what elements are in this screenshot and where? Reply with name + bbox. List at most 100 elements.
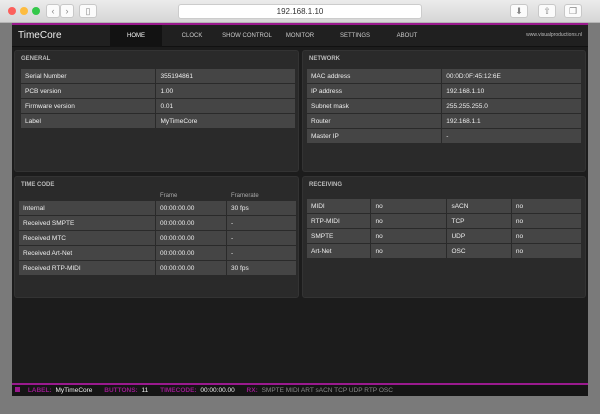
row-label: Master IP [307,129,442,143]
sidebar-icon[interactable]: ▯ [79,4,97,18]
table-row: Received SMPTE 00:00:00.00- [19,216,296,230]
row-label: Received Art-Net [19,246,155,260]
panel-title: RECEIVING [309,182,343,188]
panel-title: NETWORK [309,56,340,62]
row-value: 00:00:00.00 [156,201,226,215]
close-window-button[interactable] [8,7,16,15]
row-value: MyTimeCore [156,114,295,128]
row-value: no [511,199,581,213]
row-label: - [227,246,296,260]
table-row: Serial Number 355194861 [21,69,295,83]
table-row: Firmware version 0.01 [21,99,295,113]
column-header: Frame [160,192,178,199]
table-row: SMPTE no UDP no [307,229,581,243]
top-nav: TimeCore HOME CLOCK SHOW CONTROL MONITOR… [12,25,588,47]
web-page: TimeCore HOME CLOCK SHOW CONTROL MONITOR… [12,23,588,396]
table-row: Art-Net no OSC no [307,244,581,258]
row-label: - [227,231,296,245]
table-row: Router 192.168.1.1 [307,114,581,128]
table-row: Received Art-Net 00:00:00.00- [19,246,296,260]
panel-title: GENERAL [21,56,51,62]
website-link[interactable]: www.visualproductions.nl [526,32,582,38]
tab-home[interactable]: HOME [110,25,162,47]
row-label: Internal [19,201,155,215]
row-value: 192.168.1.10 [442,84,581,98]
row-label: Art-Net [307,244,371,258]
address-bar[interactable]: 192.168.1.10 [178,4,422,19]
status-label-key: LABEL: [27,387,52,394]
status-buttons: 11 [141,387,149,394]
row-value: 0.01 [156,99,295,113]
tab-monitor[interactable]: MONITOR [280,25,320,47]
browser-toolbar: ‹ › ▯ 192.168.1.10 ⬇ ⇧ ❐ [0,0,600,23]
table-row: Master IP - [307,129,581,143]
row-label: Subnet mask [307,99,442,113]
table-row: Received MTC 00:00:00.00- [19,231,296,245]
row-value: 00:00:00.00 [156,261,226,275]
row-label: Router [307,114,442,128]
row-label: 30 fps [227,201,296,215]
table-row: MAC address 00:0D:0F:45:12:6E [307,69,581,83]
table-row: PCB version 1.00 [21,84,295,98]
column-header: Framerate [231,192,259,199]
row-label: SMPTE [307,229,371,243]
status-buttons-key: BUTTONS: [104,387,138,394]
download-icon[interactable]: ⬇ [510,4,528,18]
row-value: - [442,129,581,143]
table-row: Internal 00:00:00.00 30 fps [19,201,296,215]
row-label: TCP [447,214,511,228]
row-value: no [371,229,447,243]
row-label: IP address [307,84,442,98]
row-value: no [371,244,447,258]
row-label: Received RTP-MIDI [19,261,155,275]
tab-clock[interactable]: CLOCK [172,25,212,47]
row-label: Label [21,114,156,128]
row-label: Serial Number [21,69,156,83]
row-value: 00:00:00.00 [156,246,226,260]
row-label: Firmware version [21,99,156,113]
row-value: 255.255.255.0 [442,99,581,113]
row-value: no [371,214,447,228]
row-value: 355194861 [156,69,295,83]
row-label: - [227,216,296,230]
table-row: IP address 192.168.1.10 [307,84,581,98]
status-rx-key: RX: [246,387,258,394]
table-row: MIDI no sACN no [307,199,581,213]
row-label: 30 fps [227,261,296,275]
row-label: MAC address [307,69,442,83]
column-header [19,191,155,200]
row-value: no [511,214,581,228]
brand: TimeCore [18,30,62,41]
table-row: Received RTP-MIDI 00:00:00.00 30 fps [19,261,296,275]
forward-button[interactable]: › [60,4,74,18]
tab-about[interactable]: ABOUT [387,25,427,47]
row-value: no [511,244,581,258]
tabs-icon[interactable]: ❐ [564,4,582,18]
general-panel: GENERAL Serial Number 355194861 PCB versio… [14,50,299,172]
status-rx: SMPTE MIDI ART sACN TCP UDP RTP OSC [261,387,393,394]
minimize-window-button[interactable] [20,7,28,15]
row-value: no [511,229,581,243]
tab-settings[interactable]: SETTINGS [330,25,380,47]
status-bar: LABEL: MyTimeCore BUTTONS: 11 TIMECODE: … [12,383,588,396]
table-row: Label MyTimeCore [21,114,295,128]
share-icon[interactable]: ⇧ [538,4,556,18]
receiving-table: MIDI no sACN no RTP-MIDI no TCP no SMPTE no UDP no A… [306,198,582,259]
table-row: RTP-MIDI no TCP no [307,214,581,228]
timecode-panel: TIME CODE Frame Framerate Internal 00:00:00… [14,176,299,298]
table-row: Subnet mask 255.255.255.0 [307,99,581,113]
status-timecode-key: TIMECODE: [160,387,197,394]
network-table: MAC address 00:0D:0F:45:12:6E IP address 19… [306,68,582,144]
row-value: 1.00 [156,84,295,98]
row-label: OSC [447,244,511,258]
tab-show-control[interactable]: SHOW CONTROL [217,25,277,47]
row-label: RTP-MIDI [307,214,371,228]
row-value: 00:00:00.00 [156,231,226,245]
zoom-window-button[interactable] [32,7,40,15]
row-label: UDP [447,229,511,243]
receiving-panel: RECEIVING MIDI no sACN no RTP-MIDI no TCP no SMP… [302,176,586,298]
row-label: MIDI [307,199,371,213]
status-timecode: 00:00:00.00 [200,387,235,394]
row-label: sACN [447,199,511,213]
back-button[interactable]: ‹ [46,4,60,18]
